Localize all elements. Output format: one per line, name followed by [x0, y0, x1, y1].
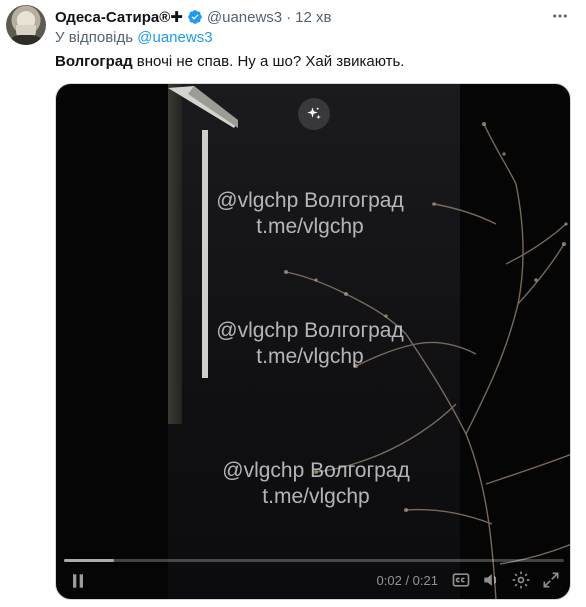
watermark-1: @vlgchp Волгоград t.me/vlgchp: [180, 188, 440, 240]
avatar-coat: [8, 35, 44, 45]
pause-icon[interactable]: [68, 571, 88, 591]
sparkle-icon[interactable]: [298, 98, 330, 130]
gear-icon[interactable]: [510, 569, 532, 591]
watermark-2: @vlgchp Волгоград t.me/vlgchp: [180, 318, 440, 370]
watermark-line: t.me/vlgchp: [256, 215, 364, 238]
progress-bar[interactable]: [64, 559, 564, 562]
tweet-text: Волгоград вночі не спав. Ну а шо? Хай зв…: [55, 52, 404, 72]
watermark-line: @vlgchp Волгоград: [216, 189, 404, 212]
watermark-line: t.me/vlgchp: [262, 485, 370, 508]
tweet-header: Одеса-Сатира®✚ @uanews3 · 12 хв: [55, 6, 546, 28]
player-controls: 0:02 / 0:21: [56, 553, 570, 599]
volume-icon[interactable]: [480, 569, 502, 591]
tweet-text-bold: Волгоград: [55, 53, 133, 70]
watermark-line: t.me/vlgchp: [256, 345, 364, 368]
avatar[interactable]: [6, 5, 46, 45]
tweet-time[interactable]: 12 хв: [295, 9, 331, 26]
reply-context: У відповідь @uanews3: [55, 29, 213, 46]
watermark-3: @vlgchp Волгоград t.me/vlgchp: [186, 458, 446, 510]
time-readout: 0:02 / 0:21: [376, 572, 438, 588]
captions-icon[interactable]: [450, 569, 472, 591]
watermark-line: @vlgchp Волгоград: [216, 319, 404, 342]
author-name[interactable]: Одеса-Сатира®✚: [55, 8, 183, 26]
video-player[interactable]: @vlgchp Волгоград t.me/vlgchp @vlgchp Во…: [55, 83, 571, 600]
player-controls-right: 0:02 / 0:21: [377, 569, 562, 591]
verified-badge-icon: [188, 10, 202, 24]
reply-mention-link[interactable]: @uanews3: [137, 29, 212, 46]
fullscreen-icon[interactable]: [540, 569, 562, 591]
author-handle[interactable]: @uanews3: [207, 9, 282, 26]
more-dots-icon[interactable]: [548, 4, 572, 28]
reply-prefix: У відповідь: [55, 29, 134, 46]
tweet-text-rest: вночі не спав. Ну а шо? Хай звикають.: [132, 53, 405, 70]
watermark-line: @vlgchp Волгоград: [222, 459, 410, 482]
progress-fill: [64, 559, 114, 562]
separator-dot: ·: [286, 8, 292, 26]
